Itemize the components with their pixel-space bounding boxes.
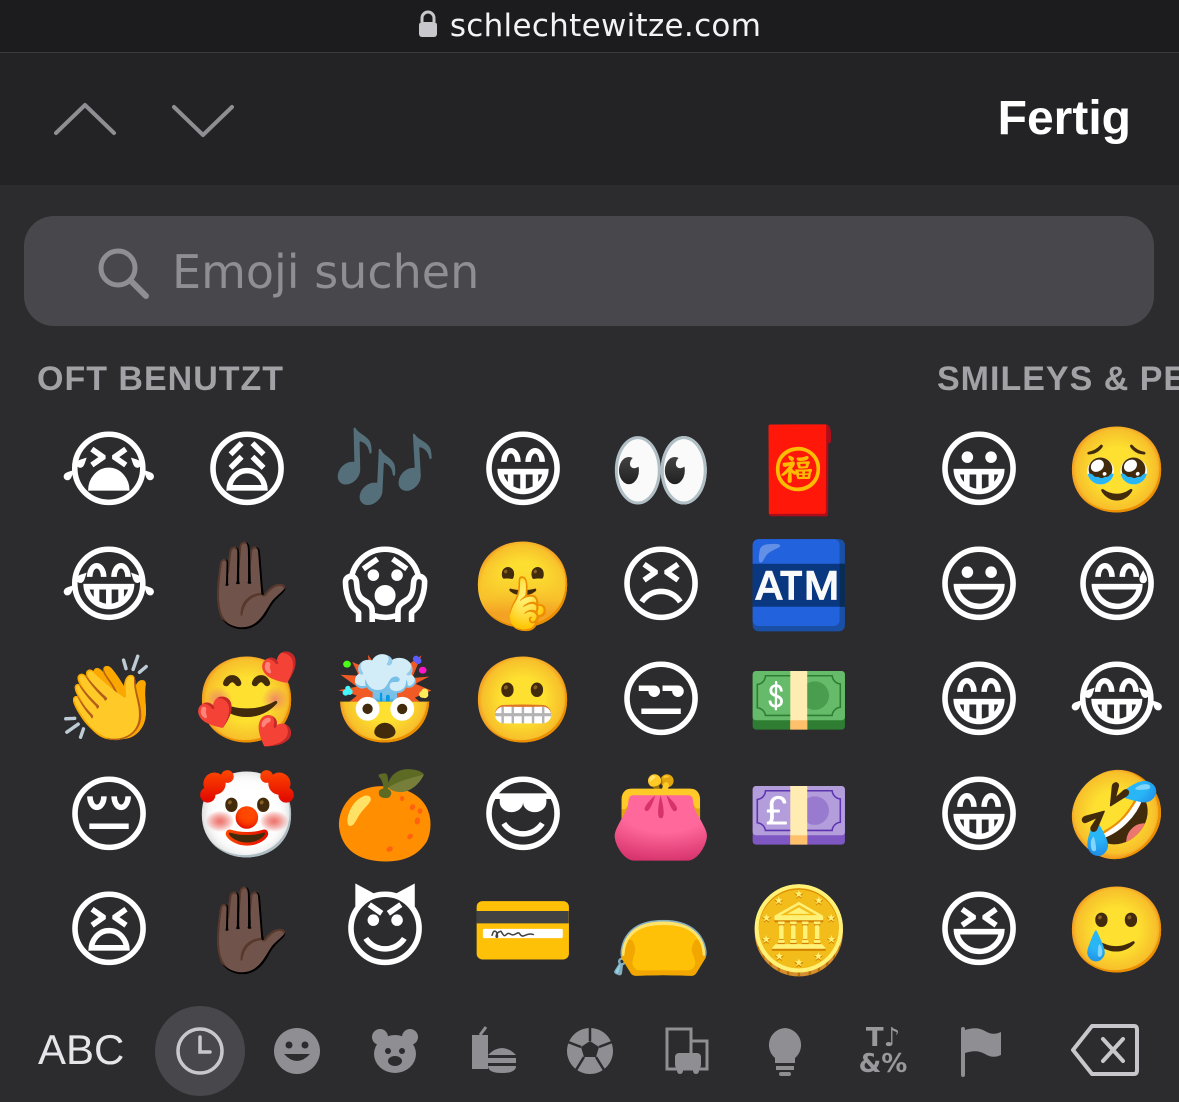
- delete-icon: [1071, 1024, 1139, 1076]
- search-icon: [96, 246, 150, 304]
- emoji-key[interactable]: 💵: [730, 642, 868, 757]
- emoji-key[interactable]: 😈: [316, 872, 454, 987]
- emoji-key[interactable]: 😂: [40, 527, 178, 642]
- emoji-key[interactable]: 🤡: [178, 757, 316, 872]
- emoji-key[interactable]: 🤣: [1048, 757, 1179, 872]
- frequently-used-grid: 😭 😂 👏 😔 😫 😩 ✋🏿 🥰 🤡 ✋🏿 🎶 😱 🤯 🍊 😈 😁 🤫 😬 😎 …: [40, 412, 868, 987]
- abc-keyboard-button[interactable]: ABC: [38, 1026, 124, 1074]
- emoji-key[interactable]: 😁: [910, 642, 1048, 757]
- emoji-key[interactable]: 💷: [730, 757, 868, 872]
- done-button[interactable]: Fertig: [998, 91, 1131, 146]
- emoji-key[interactable]: 👝: [592, 872, 730, 987]
- chevron-up-icon: [54, 103, 116, 135]
- emoji-key[interactable]: 😁: [910, 757, 1048, 872]
- emoji-key[interactable]: 😩: [178, 412, 316, 527]
- animal-icon[interactable]: [360, 1016, 430, 1086]
- emoji-key[interactable]: 😆: [910, 872, 1048, 987]
- emoji-key[interactable]: 👏: [40, 642, 178, 757]
- emoji-key[interactable]: 😫: [40, 872, 178, 987]
- lock-icon: [418, 10, 438, 42]
- emoji-key[interactable]: 🪙: [730, 872, 868, 987]
- emoji-key[interactable]: ✋🏿: [178, 527, 316, 642]
- emoji-key[interactable]: 💳: [454, 872, 592, 987]
- emoji-key[interactable]: ✋🏿: [178, 872, 316, 987]
- emoji-key[interactable]: 😃: [910, 527, 1048, 642]
- search-input[interactable]: [170, 238, 1074, 306]
- food-icon[interactable]: [457, 1016, 527, 1086]
- emoji-category-bar: ABC T♪ &%: [0, 1000, 1179, 1102]
- emoji-key[interactable]: 🤫: [454, 527, 592, 642]
- emoji-key[interactable]: 😅: [1048, 527, 1179, 642]
- emoji-key[interactable]: 😒: [592, 642, 730, 757]
- find-toolbar: Fertig: [0, 53, 1179, 185]
- next-button[interactable]: [168, 95, 238, 145]
- emoji-key[interactable]: 🥰: [178, 642, 316, 757]
- emoji-key[interactable]: 😂: [1048, 642, 1179, 757]
- objects-icon[interactable]: [750, 1016, 820, 1086]
- symbols-icon[interactable]: T♪ &%: [848, 1016, 918, 1086]
- travel-icon[interactable]: [652, 1016, 722, 1086]
- emoji-key[interactable]: 😣: [592, 527, 730, 642]
- smileys-grid: 😀 😃 😁 😁 😆 🥹 😅 😂 🤣 🥲: [910, 412, 1179, 987]
- emoji-key[interactable]: 😁: [454, 412, 592, 527]
- smiley-icon[interactable]: [262, 1016, 332, 1086]
- section-header-frequently-used: OFT BENUTZT: [37, 360, 285, 398]
- emoji-key[interactable]: 🧧: [730, 412, 868, 527]
- chevron-down-icon: [172, 105, 234, 137]
- flags-icon[interactable]: [945, 1016, 1015, 1086]
- emoji-search[interactable]: [24, 216, 1154, 326]
- emoji-key[interactable]: 😎: [454, 757, 592, 872]
- address-bar[interactable]: schlechtewitze.com: [0, 0, 1179, 53]
- emoji-key[interactable]: 👀: [592, 412, 730, 527]
- emoji-key[interactable]: 👛: [592, 757, 730, 872]
- emoji-key[interactable]: 😭: [40, 412, 178, 527]
- previous-button[interactable]: [50, 95, 120, 145]
- emoji-key[interactable]: 😀: [910, 412, 1048, 527]
- activity-icon[interactable]: [555, 1016, 625, 1086]
- emoji-key[interactable]: 🥹: [1048, 412, 1179, 527]
- emoji-key[interactable]: 😱: [316, 527, 454, 642]
- emoji-key[interactable]: 🍊: [316, 757, 454, 872]
- url-text: schlechtewitze.com: [449, 8, 762, 44]
- emoji-key[interactable]: 😬: [454, 642, 592, 757]
- backspace-button[interactable]: [1070, 1022, 1140, 1082]
- emoji-key[interactable]: 🎶: [316, 412, 454, 527]
- emoji-key[interactable]: 😔: [40, 757, 178, 872]
- emoji-key[interactable]: 🏧: [730, 527, 868, 642]
- emoji-key[interactable]: 🥲: [1048, 872, 1179, 987]
- recent-clock-icon[interactable]: [155, 1006, 245, 1096]
- emoji-key[interactable]: 🤯: [316, 642, 454, 757]
- section-header-smileys: SMILEYS & PE: [937, 360, 1179, 398]
